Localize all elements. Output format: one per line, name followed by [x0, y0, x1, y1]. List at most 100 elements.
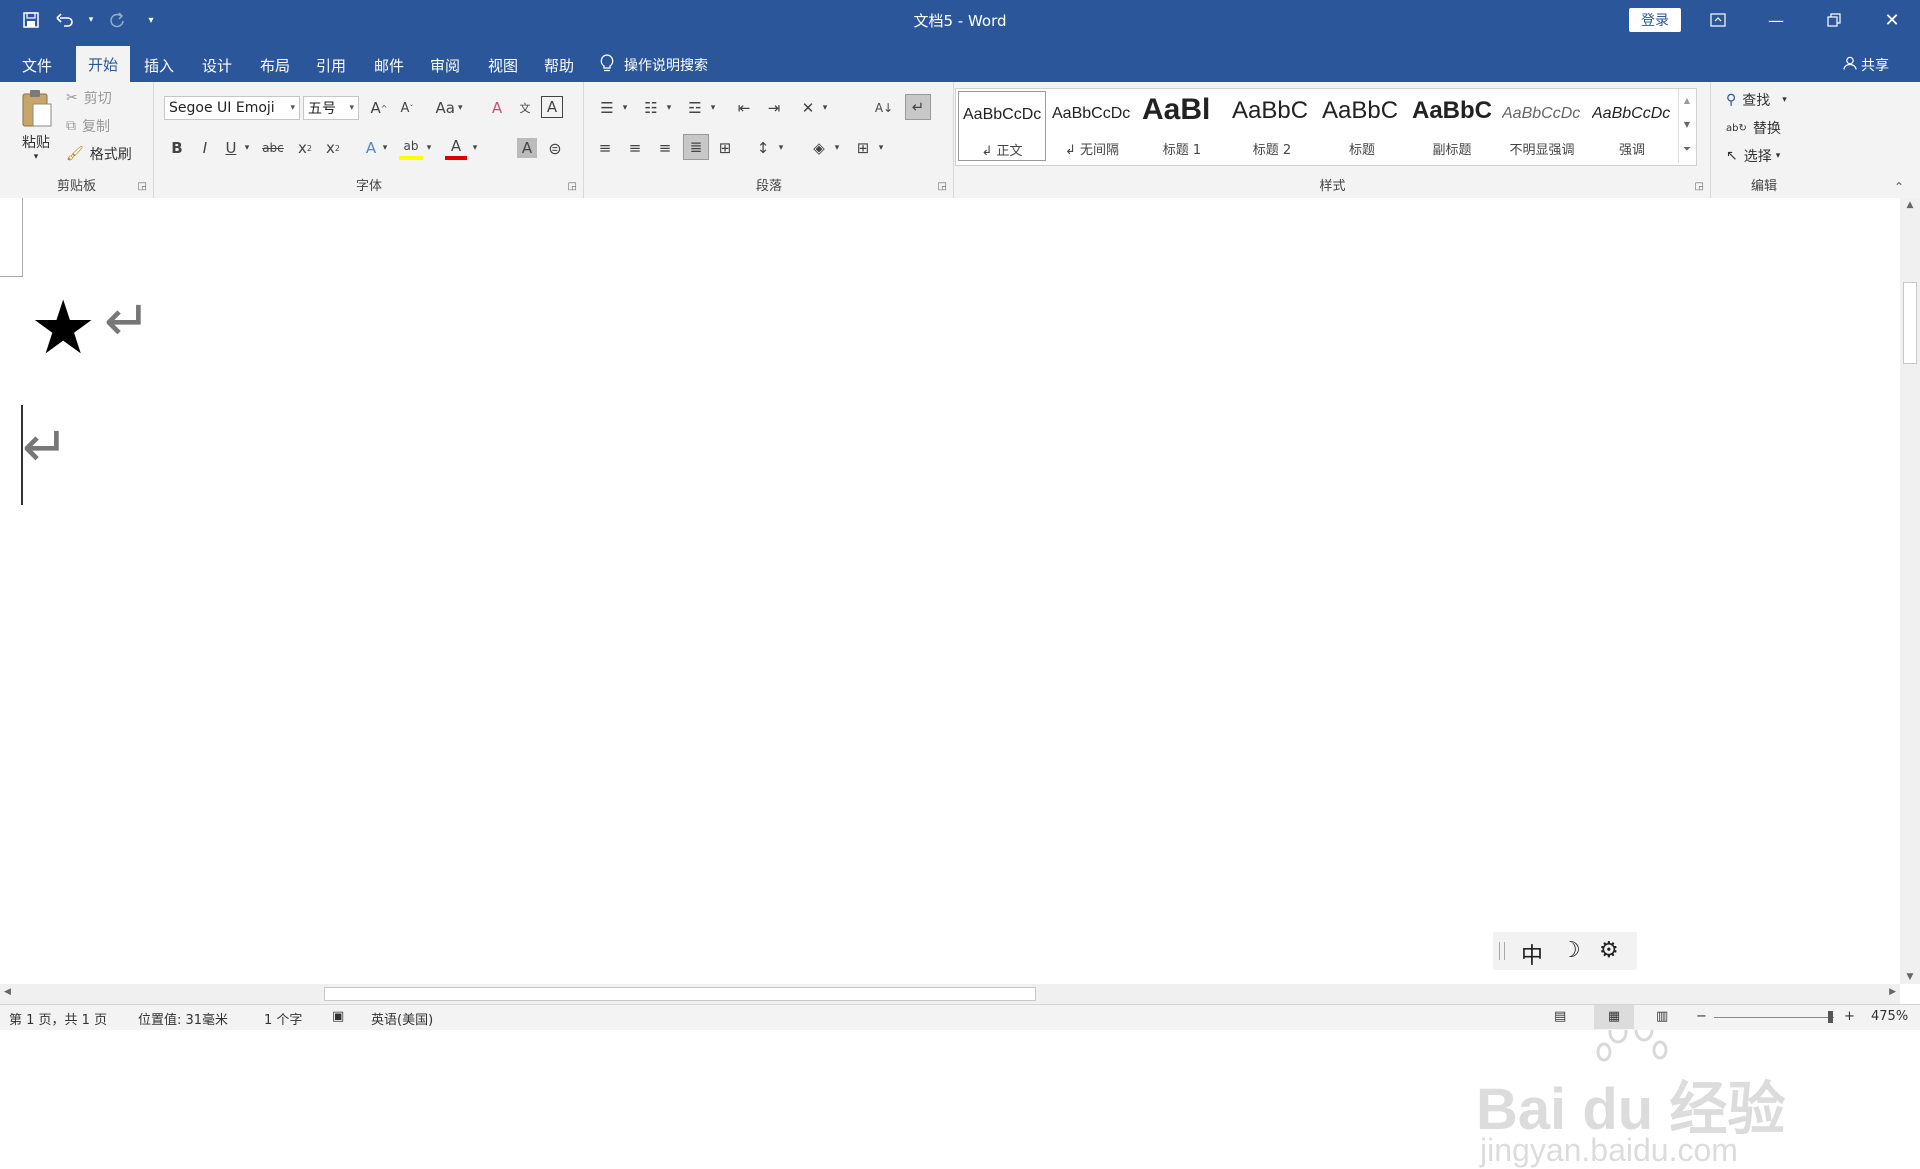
styles-launcher-icon[interactable]: ◲ — [1695, 181, 1704, 192]
superscript-icon[interactable]: x2 — [321, 136, 345, 160]
chinese-layout-icon[interactable]: ✕ — [795, 96, 821, 120]
select-button[interactable]: ↖ 选择 ▾ — [1726, 146, 1780, 166]
vertical-scroll-thumb[interactable] — [1903, 282, 1917, 364]
cut-button[interactable]: ✂ 剪切 — [66, 88, 112, 108]
change-case-icon[interactable]: Aa ▾ — [431, 96, 467, 120]
character-shading-icon[interactable]: A — [517, 138, 537, 158]
word-count[interactable]: 1 个字 — [264, 1009, 302, 1028]
decrease-indent-icon[interactable]: ⇤ — [731, 96, 757, 120]
clear-formatting-icon[interactable]: A — [485, 96, 509, 120]
zoom-in-icon[interactable]: + — [1844, 1009, 1855, 1024]
share-button[interactable]: 共享 — [1836, 48, 1896, 82]
position-value[interactable]: 位置值: 31毫米 — [138, 1009, 228, 1028]
styles-scroll-up-icon[interactable]: ▲ — [1678, 89, 1695, 113]
style-no-spacing[interactable]: AaBbCcDc ↲ 无间隔 — [1048, 91, 1136, 161]
align-center-icon[interactable]: ≡ — [623, 136, 647, 160]
document-canvas[interactable]: ★ ↵ ↵ 中 ☽ ⚙ Bai du 经验 jingyan.baidu.com — [0, 198, 1900, 1168]
bullets-dropdown-icon[interactable]: ▾ — [619, 96, 631, 120]
tell-me-search[interactable]: 操作说明搜索 — [600, 48, 740, 82]
horizontal-scrollbar[interactable]: ◀ ▶ — [0, 984, 1900, 1004]
format-painter-button[interactable]: 🖌 格式刷 — [66, 144, 132, 164]
increase-indent-icon[interactable]: ⇥ — [761, 96, 787, 120]
highlight-icon[interactable]: ab — [399, 136, 423, 160]
ime-mode-toggle[interactable]: 中 — [1521, 938, 1543, 970]
shading-dropdown-icon[interactable]: ▾ — [831, 136, 843, 160]
style-heading-2[interactable]: AaBbC 标题 2 — [1228, 91, 1316, 161]
tab-mailings[interactable]: 邮件 — [364, 48, 414, 82]
find-button[interactable]: ⚲ 查找 ▾ — [1726, 90, 1787, 110]
tab-insert[interactable]: 插入 — [134, 48, 184, 82]
shading-icon[interactable]: ◈ — [807, 136, 831, 160]
italic-icon[interactable]: I — [193, 136, 217, 160]
font-name-select[interactable]: Segoe UI Emoji ▾ — [164, 96, 300, 120]
scroll-right-icon[interactable]: ▶ — [1889, 987, 1896, 997]
style-subtle-emphasis[interactable]: AaBbCcDc 不明显强调 — [1498, 91, 1586, 161]
copy-button[interactable]: ⧉ 复制 — [66, 116, 110, 136]
scroll-left-icon[interactable]: ◀ — [4, 987, 11, 997]
font-color-dropdown-icon[interactable]: ▾ — [469, 136, 481, 160]
zoom-slider[interactable] — [1714, 1011, 1834, 1023]
tab-references[interactable]: 引用 — [306, 48, 356, 82]
tab-layout[interactable]: 布局 — [250, 48, 300, 82]
zoom-out-icon[interactable]: − — [1696, 1009, 1707, 1024]
tab-file[interactable]: 文件 — [10, 48, 64, 82]
horizontal-scroll-thumb[interactable] — [324, 987, 1036, 1001]
font-launcher-icon[interactable]: ◲ — [568, 181, 577, 192]
tab-view[interactable]: 视图 — [478, 48, 528, 82]
font-color-icon[interactable]: A — [445, 136, 467, 160]
replace-button[interactable]: ab↻ 替换 — [1726, 118, 1781, 138]
highlight-dropdown-icon[interactable]: ▾ — [423, 136, 435, 160]
style-heading-1[interactable]: AaBl 标题 1 — [1138, 91, 1226, 161]
line-spacing-icon[interactable]: ↕ — [751, 136, 775, 160]
tab-help[interactable]: 帮助 — [534, 48, 584, 82]
ime-drag-handle[interactable] — [1499, 942, 1505, 960]
style-normal[interactable]: AaBbCcDc ↲ 正文 — [958, 91, 1046, 161]
paste-button[interactable]: 粘贴 ▾ — [14, 88, 58, 168]
tab-design[interactable]: 设计 — [192, 48, 242, 82]
distributed-icon[interactable]: ⊞ — [713, 136, 737, 160]
moon-icon[interactable]: ☽ — [1561, 938, 1581, 963]
styles-more-icon[interactable]: ⏷ — [1678, 137, 1695, 163]
proofing-icon[interactable]: ▣ — [332, 1009, 344, 1024]
print-layout-icon[interactable]: ▦ — [1594, 1005, 1634, 1029]
phonetic-guide-icon[interactable]: 文 — [513, 96, 537, 120]
style-title[interactable]: AaBbC 标题 — [1318, 91, 1406, 161]
multilevel-dropdown-icon[interactable]: ▾ — [707, 96, 719, 120]
chinese-layout-dropdown-icon[interactable]: ▾ — [819, 96, 831, 120]
underline-icon[interactable]: U — [219, 136, 243, 160]
styles-scroll-down-icon[interactable]: ▼ — [1678, 113, 1695, 137]
close-icon[interactable]: ✕ — [1864, 0, 1920, 40]
scroll-up-icon[interactable]: ▲ — [1900, 200, 1920, 210]
bullets-icon[interactable]: ☰ — [593, 96, 621, 120]
paragraph-launcher-icon[interactable]: ◲ — [938, 181, 947, 192]
page-count[interactable]: 第 1 页，共 1 页 — [9, 1009, 107, 1028]
shrink-font-icon[interactable]: Aˇ — [395, 96, 419, 120]
tab-review[interactable]: 审阅 — [420, 48, 470, 82]
enclose-characters-icon[interactable]: ⊜ — [543, 136, 567, 160]
style-subtitle[interactable]: AaBbC 副标题 — [1408, 91, 1496, 161]
vertical-scrollbar[interactable]: ▲ ▼ — [1900, 198, 1920, 984]
subscript-icon[interactable]: x2 — [293, 136, 317, 160]
borders-dropdown-icon[interactable]: ▾ — [875, 136, 887, 160]
web-layout-icon[interactable]: ▥ — [1656, 1009, 1668, 1024]
align-right-icon[interactable]: ≡ — [653, 136, 677, 160]
line-spacing-dropdown-icon[interactable]: ▾ — [775, 136, 787, 160]
numbering-dropdown-icon[interactable]: ▾ — [663, 96, 675, 120]
gear-icon[interactable]: ⚙ — [1599, 938, 1619, 963]
scroll-down-icon[interactable]: ▼ — [1900, 972, 1920, 982]
zoom-slider-thumb[interactable] — [1828, 1011, 1833, 1023]
sort-icon[interactable]: A↓ — [871, 96, 897, 120]
ribbon-display-options-icon[interactable] — [1690, 0, 1746, 40]
underline-dropdown-icon[interactable]: ▾ — [241, 136, 253, 160]
grow-font-icon[interactable]: A ^ — [367, 96, 391, 120]
language[interactable]: 英语(美国) — [371, 1009, 433, 1028]
minimize-icon[interactable]: — — [1748, 0, 1804, 40]
collapse-ribbon-icon[interactable]: ⌃ — [1894, 180, 1904, 194]
login-button[interactable]: 登录 — [1629, 8, 1681, 32]
text-effects-dropdown-icon[interactable]: ▾ — [379, 136, 391, 160]
align-left-icon[interactable]: ≡ — [593, 136, 617, 160]
font-size-select[interactable]: 五号 ▾ — [303, 96, 359, 120]
style-emphasis[interactable]: AaBbCcDc 强调 — [1588, 91, 1676, 161]
character-border-icon[interactable]: A — [541, 96, 563, 118]
justify-icon[interactable]: ≣ — [683, 134, 709, 160]
